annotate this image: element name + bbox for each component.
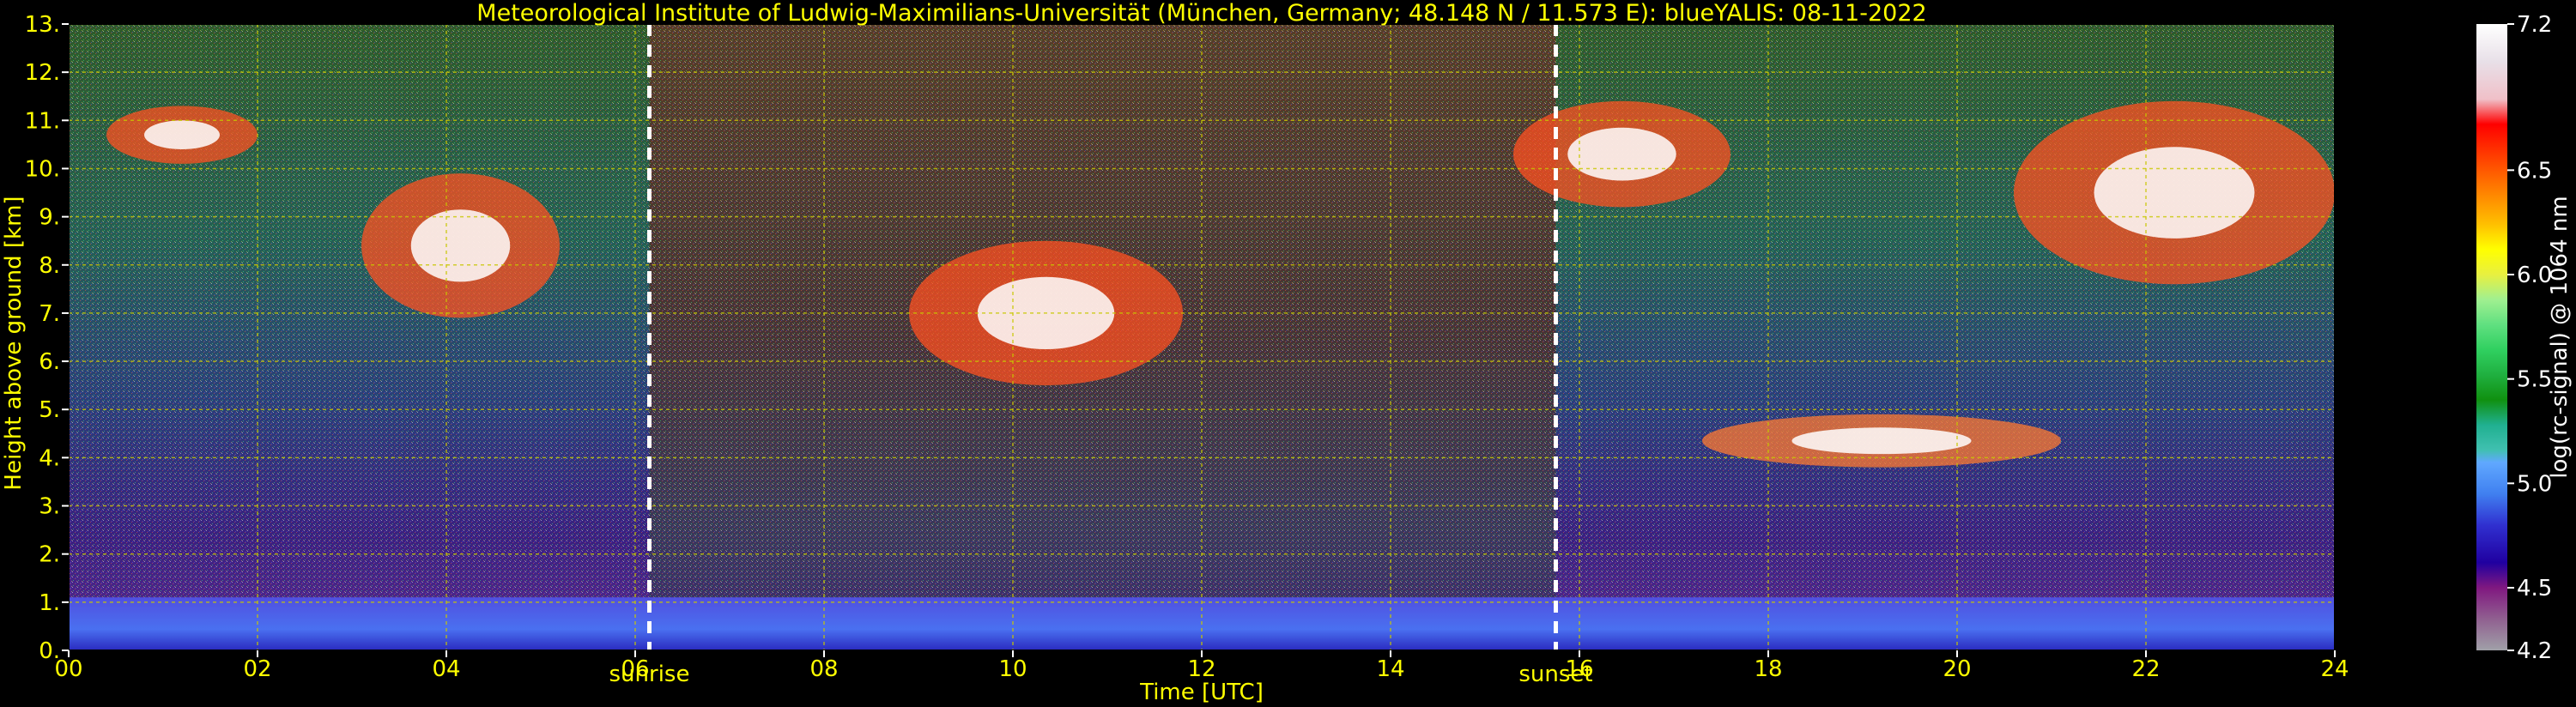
x-axis-ticks: 00 02 04 06 08 10 12 14 16 18 20 22 24 <box>54 650 2349 682</box>
cloud-feature <box>361 173 560 318</box>
lidar-chart: sunrise sunset 00 02 04 06 08 10 12 14 16 18 20 22 24… <box>1 0 2573 705</box>
y-tick-label: 1. <box>39 590 60 616</box>
cloud-core <box>144 120 220 149</box>
x-tick-label: 20 <box>1943 656 1971 682</box>
chart-title: Meteorological Institute of Ludwig-Maxim… <box>476 0 1926 27</box>
colorbar-gradient <box>2476 24 2507 650</box>
colorbar-tick-label: 7.2 <box>2517 12 2552 38</box>
x-tick-label: 08 <box>809 656 838 682</box>
y-tick-label: 2. <box>39 542 60 568</box>
colorbar: 4.24.55.05.56.06.57.2 log(rc-signal) @ 1… <box>2476 12 2573 664</box>
cloud-core <box>2094 147 2255 239</box>
colorbar-tick-label: 6.5 <box>2517 158 2552 184</box>
y-tick-label: 13. <box>25 12 60 38</box>
y-tick-label: 3. <box>39 494 60 520</box>
y-tick-label: 7. <box>39 301 60 327</box>
y-axis-ticks: 0. 1. 2. 3. 4. 5. 6. 7. 8. 9. 10. 11. 12. 13. <box>25 12 69 664</box>
y-tick-label: 0. <box>39 638 60 664</box>
x-tick-label: 12 <box>1187 656 1215 682</box>
colorbar-tick-label: 4.2 <box>2517 638 2552 664</box>
x-tick-label: 22 <box>2131 656 2160 682</box>
cloud-feature <box>1513 100 1730 208</box>
y-tick-label: 8. <box>39 253 60 279</box>
y-tick-label: 10. <box>25 156 60 182</box>
cloud-core <box>1791 427 1972 455</box>
cloud-feature <box>2014 100 2335 285</box>
cloud-core <box>1567 127 1676 181</box>
x-tick-label: 02 <box>243 656 271 682</box>
cloud-feature <box>106 106 258 164</box>
x-axis-label: Time [UTC] <box>1139 680 1264 705</box>
y-tick-label: 9. <box>39 205 60 231</box>
cloud-core <box>410 209 511 282</box>
y-tick-label: 11. <box>25 108 60 134</box>
x-tick-label: 04 <box>432 656 460 682</box>
y-axis-label: Height above ground [km] <box>1 196 27 490</box>
y-tick-label: 6. <box>39 349 60 375</box>
x-tick-label: 18 <box>1754 656 1782 682</box>
colorbar-tick-label: 4.5 <box>2517 576 2552 601</box>
x-tick-label: 16 <box>1565 656 1593 682</box>
x-tick-label: 14 <box>1376 656 1404 682</box>
cloud-feature <box>1702 414 2061 468</box>
plot-area: sunrise sunset <box>68 23 2336 687</box>
background-noise <box>69 24 2335 650</box>
x-tick-label: 06 <box>621 656 649 682</box>
y-tick-label: 12. <box>25 60 60 86</box>
x-tick-label: 10 <box>998 656 1027 682</box>
y-tick-label: 4. <box>39 445 60 471</box>
y-tick-label: 5. <box>39 397 60 423</box>
colorbar-ticks: 4.24.55.05.56.06.57.2 <box>2507 12 2552 664</box>
x-tick-label: 24 <box>2320 656 2349 682</box>
colorbar-label: log(rc-signal) @ 1064 nm <box>2547 196 2573 478</box>
